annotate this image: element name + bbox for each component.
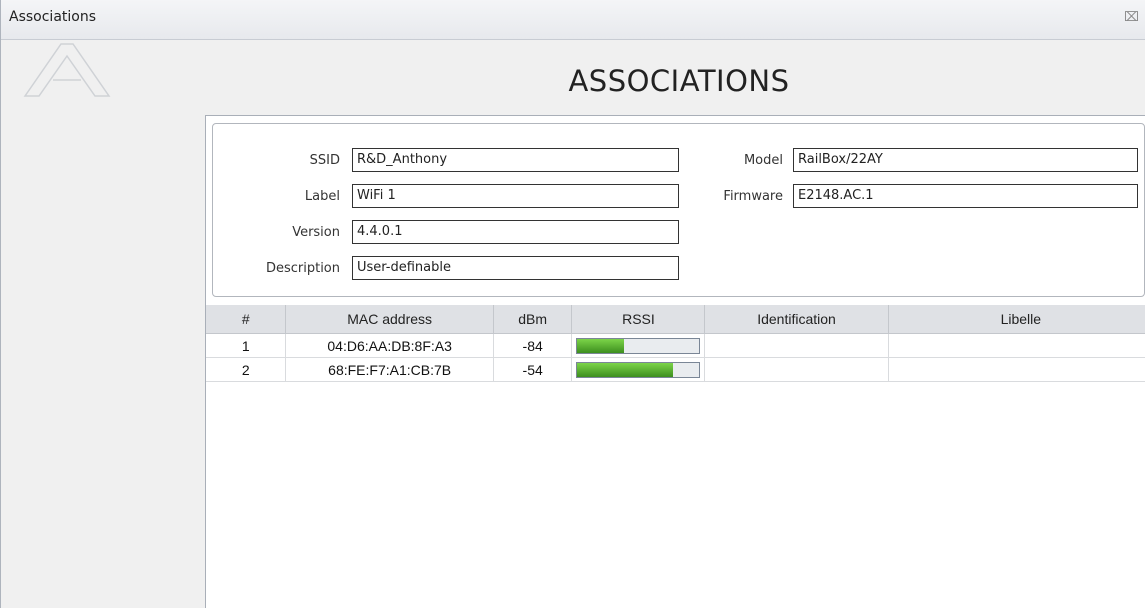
dbm-cell: -84 [493, 333, 573, 358]
identification-cell [704, 357, 889, 382]
label-label: Label [304, 189, 340, 204]
ssid-label: SSID [309, 153, 340, 168]
table-row[interactable]: 2 68:FE:F7:A1:CB:7B -54 [206, 357, 1145, 382]
device-info-box: SSID R&D_Anthony Label WiFi 1 Version 4.… [212, 123, 1145, 297]
column-header-dbm[interactable]: dBm [493, 305, 573, 334]
associations-window: Associations ⌧ ASSOCIATIONS SSID R&D_Ant… [0, 0, 1145, 608]
close-icon[interactable]: ⌧ [1124, 11, 1139, 25]
label-field[interactable]: WiFi 1 [352, 184, 679, 208]
model-field[interactable]: RailBox/22AY [793, 148, 1138, 172]
description-label: Description [265, 261, 340, 276]
table-header-row: # MAC address dBm RSSI Identification Li… [206, 305, 1145, 334]
dbm-cell: -54 [493, 357, 573, 382]
rssi-cell [571, 357, 706, 382]
page-heading: ASSOCIATIONS [1, 64, 1145, 98]
libelle-cell [888, 357, 1145, 382]
page-title: ASSOCIATIONS [568, 64, 790, 98]
column-header-mac[interactable]: MAC address [285, 305, 494, 334]
rssi-bar-fill [577, 362, 673, 377]
column-header-number[interactable]: # [206, 305, 287, 334]
mac-address-cell: 68:FE:F7:A1:CB:7B [285, 357, 494, 382]
row-number: 1 [206, 333, 287, 358]
version-label: Version [292, 225, 340, 240]
firmware-field[interactable]: E2148.AC.1 [793, 184, 1138, 208]
mac-address-cell: 04:D6:AA:DB:8F:A3 [285, 333, 494, 358]
model-label: Model [743, 153, 783, 168]
description-field[interactable]: User-definable [352, 256, 679, 280]
associations-panel: SSID R&D_Anthony Label WiFi 1 Version 4.… [205, 115, 1145, 608]
column-header-identification[interactable]: Identification [704, 305, 889, 334]
rssi-bar [576, 337, 701, 354]
table-row[interactable]: 1 04:D6:AA:DB:8F:A3 -84 [206, 333, 1145, 358]
window-title: Associations [9, 9, 97, 25]
ssid-field[interactable]: R&D_Anthony [352, 148, 679, 172]
firmware-label: Firmware [723, 189, 783, 204]
identification-cell [704, 333, 889, 358]
rssi-bar [576, 361, 701, 378]
row-number: 2 [206, 357, 287, 382]
associations-table: # MAC address dBm RSSI Identification Li… [206, 305, 1145, 382]
column-header-rssi[interactable]: RSSI [571, 305, 706, 334]
libelle-cell [888, 333, 1145, 358]
title-bar: Associations ⌧ [1, 0, 1145, 40]
column-header-libelle[interactable]: Libelle [888, 305, 1145, 334]
version-field[interactable]: 4.4.0.1 [352, 220, 679, 244]
rssi-bar-fill [577, 338, 624, 353]
rssi-cell [571, 333, 706, 358]
